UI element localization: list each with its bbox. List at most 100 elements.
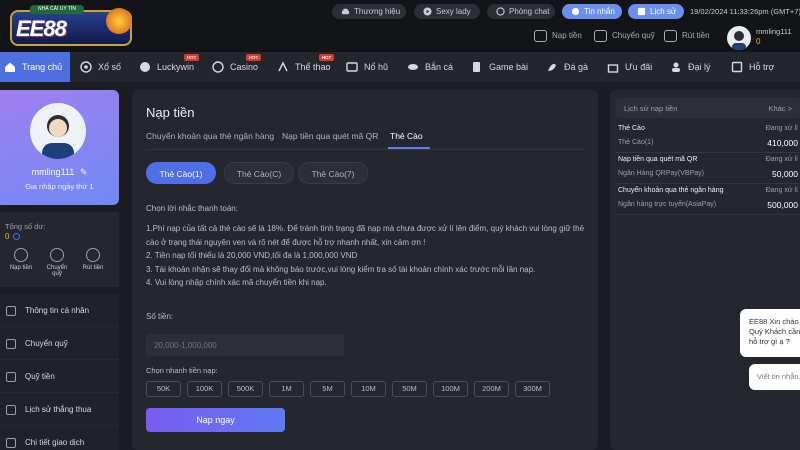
quick-amount-button[interactable]: 1M — [269, 381, 304, 397]
nav-promotions[interactable]: Ưu đãi — [607, 52, 652, 82]
rooster-icon — [548, 63, 556, 71]
nav-cockfight-label: Đá gà — [564, 62, 589, 72]
quick-amount-button[interactable]: 200M — [474, 381, 509, 397]
wallet-withdraw-button[interactable]: Rút tiền — [78, 248, 108, 271]
nav-agent[interactable]: Đại lý — [670, 52, 711, 82]
nav-agent-label: Đại lý — [688, 62, 711, 72]
soccer-icon — [140, 62, 150, 72]
user-icon — [6, 306, 16, 316]
agent-icon — [672, 62, 680, 72]
pill-sexy-lady[interactable]: Sexy lady — [414, 4, 480, 19]
edit-pencil-icon[interactable]: ✎ — [80, 167, 88, 177]
sidebar-item-label: Quỹ tiền — [25, 372, 55, 381]
nav-card-games[interactable]: Game bài — [471, 52, 528, 82]
history-method: Chuyển khoản qua thẻ ngân hàng — [618, 187, 724, 194]
nav-fishing-label: Bắn cá — [425, 62, 454, 72]
header-deposit-label: Nạp tiền — [552, 31, 582, 40]
nav-support[interactable]: Hỗ trợ — [731, 52, 774, 82]
pill-chat-room-label: Phòng chat — [509, 7, 550, 16]
user-avatar-icon — [42, 115, 74, 159]
wallet-deposit-button[interactable]: Nạp tiền — [6, 248, 36, 271]
amount-input[interactable] — [146, 334, 344, 356]
sidebar-item-fund[interactable]: Quỹ tiền — [0, 360, 119, 393]
header-deposit[interactable]: Nạp tiền — [534, 28, 582, 44]
quick-amount-button[interactable]: 300M — [515, 381, 550, 397]
wallet-panel: Tổng số dư: 0 Nạp tiền Chuyển quỹ Rút ti… — [0, 212, 119, 287]
nav-casino[interactable]: Casino HOT — [212, 52, 261, 82]
nav-luckywin[interactable]: Luckywin HOT — [139, 52, 199, 82]
logo-badge: NHÀ CÁI UY TÍN — [30, 5, 84, 14]
nav-lottery[interactable]: Xổ số — [80, 52, 121, 82]
quick-amount-button[interactable]: 500K — [228, 381, 263, 397]
quick-amount-button[interactable]: 50K — [146, 381, 181, 397]
history-method: Nạp tiền qua quét mã QR — [618, 156, 698, 163]
history-channel: Thẻ Cào(1) — [618, 139, 654, 146]
nav-fishing[interactable]: Bắn cá — [407, 52, 453, 82]
chip-card-c[interactable]: Thẻ Cào(C) — [224, 162, 294, 184]
header-transfer[interactable]: Chuyển quỹ — [594, 28, 655, 44]
history-more-link[interactable]: Khác > — [768, 104, 792, 113]
sidebar-item-label: Chuyển quỹ — [25, 339, 68, 348]
chip-card-7[interactable]: Thẻ Cào(7) — [298, 162, 368, 184]
quick-amount-button[interactable]: 50M — [392, 381, 427, 397]
nav-slots[interactable]: Nổ hũ — [346, 52, 388, 82]
header-withdraw[interactable]: Rút tiền — [664, 28, 710, 44]
wallet-transfer-button[interactable]: Chuyển quỹ — [42, 248, 72, 277]
notice-title: Chọn lời nhắc thanh toán: — [146, 204, 238, 213]
header-transfer-label: Chuyển quỹ — [612, 31, 655, 40]
sidebar-item-label: Lịch sử thắng thua — [25, 405, 92, 414]
sidebar-item-profile[interactable]: Thông tin cá nhân — [0, 294, 119, 327]
sidebar-item-transfer[interactable]: Chuyển quỹ — [0, 327, 119, 360]
history-status: Đang xử lí — [765, 187, 798, 194]
wallet-icon — [594, 30, 607, 42]
quick-amount-button[interactable]: 100M — [433, 381, 468, 397]
pill-messages-label: Tin nhắn — [584, 7, 615, 16]
deposit-now-button[interactable]: Nạp ngay — [146, 408, 285, 432]
lion-mascot-icon — [106, 8, 132, 34]
tab-bank-transfer[interactable]: Chuyển khoản qua thẻ ngân hàng — [146, 131, 274, 141]
brand-logo[interactable]: NHÀ CÁI UY TÍN EE88 — [4, 4, 134, 48]
chip-card-1[interactable]: Thẻ Cào(1) — [146, 162, 216, 184]
quick-amount-button[interactable]: 5M — [310, 381, 345, 397]
nav-sports[interactable]: Thể thao HOT — [277, 52, 334, 82]
refresh-icon[interactable] — [13, 233, 20, 240]
history-status: Đang xử lí — [765, 125, 798, 132]
avatar[interactable] — [727, 26, 751, 50]
sidebar-item-transactions[interactable]: Chi tiết giao dịch — [0, 426, 119, 450]
chart-icon — [6, 405, 16, 415]
history-method: Thẻ Cào — [618, 125, 645, 132]
history-status: Đang xử lí — [765, 156, 798, 163]
header-username: mmling111 — [756, 27, 792, 36]
deposit-icon — [14, 248, 28, 262]
quick-amount-button[interactable]: 10M — [351, 381, 386, 397]
nav-promotions-label: Ưu đãi — [625, 62, 653, 72]
tab-qr[interactable]: Nạp tiền qua quét mã QR — [282, 131, 378, 141]
pill-chat-room[interactable]: Phòng chat — [487, 4, 555, 19]
sidebar-item-win-loss[interactable]: Lịch sử thắng thua — [0, 393, 119, 426]
wallet-value: 0 — [5, 232, 10, 241]
nav-cockfight[interactable]: Đá gà — [546, 52, 588, 82]
pill-brand[interactable]: Thương hiệu — [332, 4, 406, 19]
history-amount: 50,000 — [772, 169, 798, 179]
nav-support-label: Hỗ trợ — [749, 62, 775, 72]
nav-lottery-label: Xổ số — [98, 62, 122, 72]
wallet-label: Tổng số dư: — [5, 222, 46, 231]
history-header: Lịch sử nạp tiền Khác > — [616, 98, 800, 118]
pill-messages[interactable]: Tin nhắn — [562, 4, 622, 19]
wallet-transfer-label: Chuyển quỹ — [46, 265, 68, 277]
nav-home[interactable]: Trang chủ — [0, 52, 71, 82]
nav-home-label: Trang chủ — [22, 62, 63, 72]
amount-label: Số tiền: — [146, 312, 174, 321]
tab-scratch-card[interactable]: Thẻ Cào — [390, 131, 423, 141]
transfer-icon — [6, 339, 16, 349]
avatar[interactable] — [30, 103, 86, 159]
car-icon — [341, 8, 350, 15]
notice-line: 1.Phí nạp của tất cả thẻ cào sẽ là 18%. … — [146, 224, 585, 247]
hot-badge: HOT — [184, 54, 199, 61]
quick-amount-button[interactable]: 100K — [187, 381, 222, 397]
profile-username: mmling111 ✎ — [0, 167, 119, 178]
chat-message-input[interactable]: Viết tin nhắn... — [749, 364, 800, 390]
pill-history[interactable]: Lịch sử — [628, 4, 684, 19]
casino-icon — [212, 61, 224, 73]
notice-line: 4. Vui lòng nhập chính xác mã chuyển tiề… — [146, 278, 327, 287]
